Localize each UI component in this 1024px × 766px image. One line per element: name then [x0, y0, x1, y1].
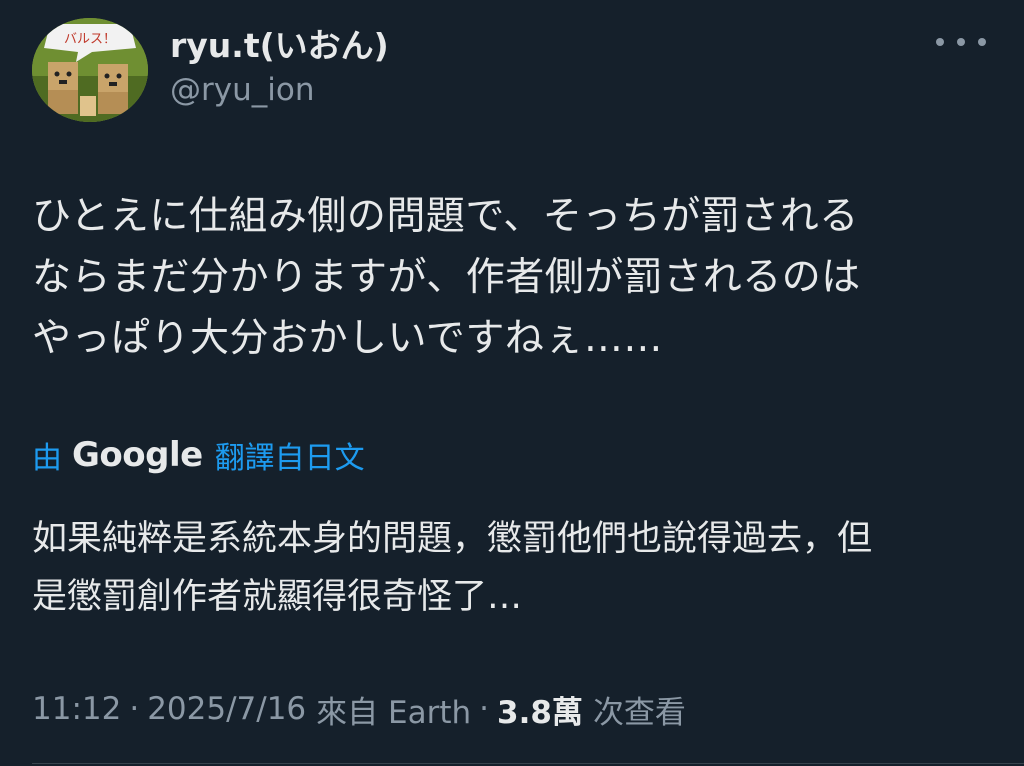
translation-attribution[interactable]: 由 Google 翻譯自日文 — [32, 428, 365, 482]
tweet-detail: バルス！ ryu.t(いおん) @ryu_ion ひとえに仕組み側の問題で、そっ… — [0, 0, 1024, 766]
post-source: 來自 Earth — [316, 694, 472, 731]
translation-prefix: 由 — [32, 441, 62, 476]
views-count[interactable]: 3.8萬 — [497, 687, 583, 732]
more-horizontal-icon-dot — [957, 38, 965, 46]
translation-source-language[interactable]: 翻譯自日文 — [215, 433, 365, 477]
separator: · — [479, 691, 490, 727]
avatar[interactable]: バルス！ — [32, 18, 148, 122]
avatar-caption: バルス！ — [64, 32, 116, 47]
separator: · — [129, 691, 140, 727]
tweet-metadata: 11:12 · 2025/7/16 來自 Earth · 3.8萬 次查看 — [32, 684, 686, 734]
more-options-button[interactable] — [936, 26, 986, 58]
more-horizontal-icon-dot — [978, 38, 986, 46]
divider — [32, 763, 1024, 764]
post-date[interactable]: 2025/7/16 — [147, 691, 306, 727]
user-handle[interactable]: @ryu_ion — [170, 70, 389, 110]
google-logo: Google — [72, 435, 203, 475]
avatar-image: バルス！ — [32, 18, 148, 122]
more-horizontal-icon — [936, 38, 944, 46]
post-text: ひとえに仕組み側の問題で、そっちが罰される ならまだ分かりますが、作者側が罰され… — [32, 194, 861, 361]
display-name[interactable]: ryu.t(いおん) — [170, 26, 389, 66]
post-time[interactable]: 11:12 — [32, 691, 121, 727]
tweet-header: バルス！ ryu.t(いおん) @ryu_ion — [32, 18, 992, 128]
views-label: 次查看 — [592, 694, 686, 731]
user-names: ryu.t(いおん) @ryu_ion — [170, 26, 389, 110]
translated-text: 如果純粹是系統本身的問題，懲罰他們也說得過去，但 是懲罰創作者就顯得很奇怪了… — [32, 519, 873, 617]
